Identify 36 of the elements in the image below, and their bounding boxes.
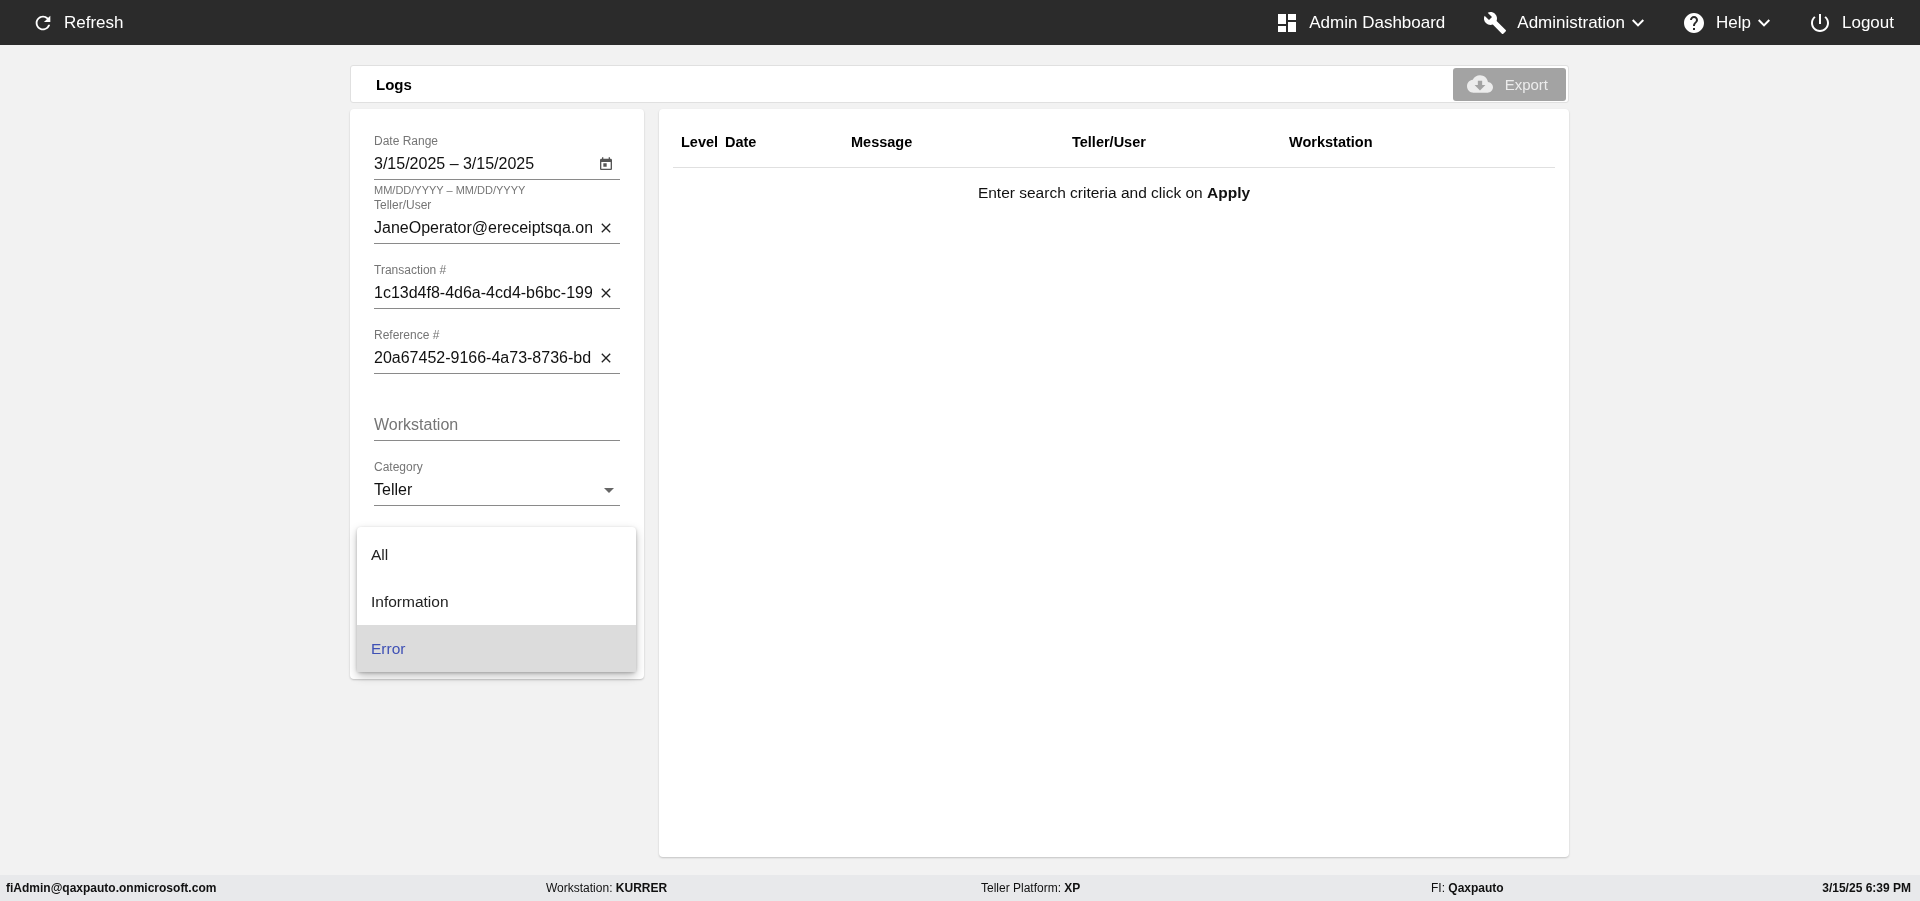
- text-field[interactable]: Workstation: [374, 410, 620, 441]
- field-hint: MM/DD/YYYY – MM/DD/YYYY: [374, 184, 527, 197]
- nav-link[interactable]: Admin Dashboard: [1275, 10, 1446, 35]
- column-header: Date: [725, 134, 757, 150]
- text-field[interactable]: JaneOperator@ereceiptsqa.on: [374, 213, 620, 244]
- field-label: Teller/User: [374, 197, 433, 213]
- help-icon: [1682, 10, 1707, 35]
- menu-option[interactable]: All: [357, 531, 636, 578]
- user-email: fiAdmin@qaxpauto.onmicrosoft.com: [6, 881, 218, 895]
- text-field[interactable]: 20a67452-9166-4a73-8736-bd: [374, 343, 620, 374]
- status-field: FI: Qaxpauto: [1431, 881, 1823, 895]
- field-label: Transaction #: [374, 262, 448, 278]
- column-header: Teller/User: [1072, 134, 1146, 150]
- wrench-icon: [1483, 10, 1508, 35]
- menu-option[interactable]: Error: [357, 625, 636, 672]
- calendar-icon: [598, 156, 614, 172]
- field-label: Date Range: [374, 133, 440, 149]
- date-range-field[interactable]: 3/15/2025 – 3/15/2025: [374, 149, 620, 180]
- column-header: Level: [681, 134, 719, 150]
- refresh-button[interactable]: Refresh: [32, 11, 124, 34]
- empty-message: Enter search criteria and click on Apply: [977, 184, 1251, 202]
- text-field[interactable]: 1c13d4f8-4d6a-4cd4-b6bc-199: [374, 278, 620, 309]
- dropdown-arrow-icon: [604, 487, 614, 493]
- select-field[interactable]: Teller: [374, 475, 620, 506]
- menu-option[interactable]: Information: [357, 578, 636, 625]
- nav-link[interactable]: Logout: [1808, 10, 1894, 35]
- date-time: 3/15/25 6:39 PM: [1822, 881, 1911, 895]
- menu-button[interactable]: Administration: [1483, 10, 1645, 35]
- page-title: Logs: [376, 75, 413, 93]
- status-field: Workstation: KURRER: [546, 881, 981, 895]
- status-field: Teller Platform: XP: [981, 881, 1431, 895]
- field-label: Reference #: [374, 327, 441, 343]
- column-header: Message: [851, 134, 913, 150]
- column-header: Workstation: [1289, 134, 1373, 150]
- field-label: Category: [374, 459, 424, 475]
- menu-button[interactable]: Help: [1682, 10, 1770, 35]
